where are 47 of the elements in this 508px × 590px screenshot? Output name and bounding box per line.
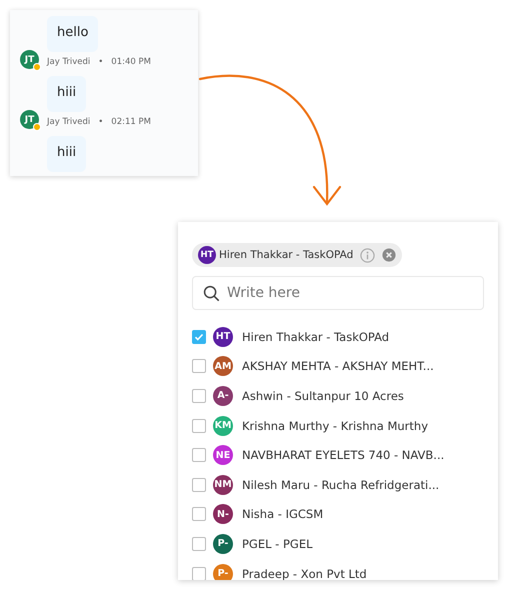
avatar: JT: [20, 110, 39, 129]
avatar: AM: [213, 356, 233, 376]
message-time: 01:40 PM: [111, 57, 151, 67]
avatar: A-: [213, 386, 233, 406]
checkbox[interactable]: [192, 418, 206, 433]
sender-name: Jay Trivedi: [47, 57, 90, 67]
checkbox[interactable]: [192, 359, 206, 374]
option-label[interactable]: PGEL - PGEL: [242, 536, 312, 551]
message-bubble: hiii: [47, 76, 86, 112]
checkbox[interactable]: [192, 507, 206, 522]
checkbox[interactable]: [192, 566, 206, 580]
chip-label: Hiren Thakkar - TaskOPAd: [219, 249, 354, 261]
search-box[interactable]: Write here: [192, 276, 484, 310]
avatar: JT: [20, 50, 39, 69]
checkbox[interactable]: [192, 536, 206, 551]
option-label[interactable]: Krishna Murthy - Krishna Murthy: [242, 418, 428, 433]
avatar: KM: [213, 416, 233, 436]
info-icon[interactable]: [360, 248, 376, 262]
option-label[interactable]: Pradeep - Xon Pvt Ltd: [242, 566, 367, 580]
search-field[interactable]: Write here: [227, 285, 447, 301]
checkbox[interactable]: [192, 478, 206, 492]
checkbox[interactable]: [192, 448, 206, 462]
close-icon[interactable]: [382, 248, 396, 262]
avatar: NE: [213, 445, 233, 466]
checkbox[interactable]: [192, 388, 206, 403]
message-bubble: hello: [47, 16, 98, 52]
option-label[interactable]: Hiren Thakkar - TaskOPAd: [242, 330, 390, 344]
option-label[interactable]: AKSHAY MEHTA - AKSHAY MEHT...: [242, 359, 434, 374]
avatar: P-: [213, 564, 233, 580]
search-icon: [203, 284, 220, 302]
message-bubble: hiii: [47, 136, 86, 172]
option-label[interactable]: Ashwin - Sultanpur 10 Acres: [242, 388, 404, 403]
option-label[interactable]: NAVBHARAT EYELETS 740 - NAVB...: [242, 448, 444, 462]
avatar: HT: [213, 326, 233, 347]
option-label[interactable]: Nisha - IGCSM: [242, 507, 324, 522]
avatar: N-: [213, 504, 233, 524]
separator-dot: •: [98, 57, 104, 67]
selected-chip[interactable]: HT Hiren Thakkar - TaskOPAd: [192, 243, 402, 267]
checkbox[interactable]: [192, 330, 206, 344]
sender-name: Jay Trivedi: [47, 117, 90, 127]
avatar: NM: [213, 474, 233, 495]
check-icon: [194, 332, 204, 342]
avatar: P-: [213, 534, 233, 554]
message-time: 02:11 PM: [111, 117, 151, 127]
option-label[interactable]: Nilesh Maru - Rucha Refridgerati...: [242, 478, 440, 492]
avatar: HT: [198, 246, 216, 264]
separator-dot: •: [98, 117, 104, 127]
